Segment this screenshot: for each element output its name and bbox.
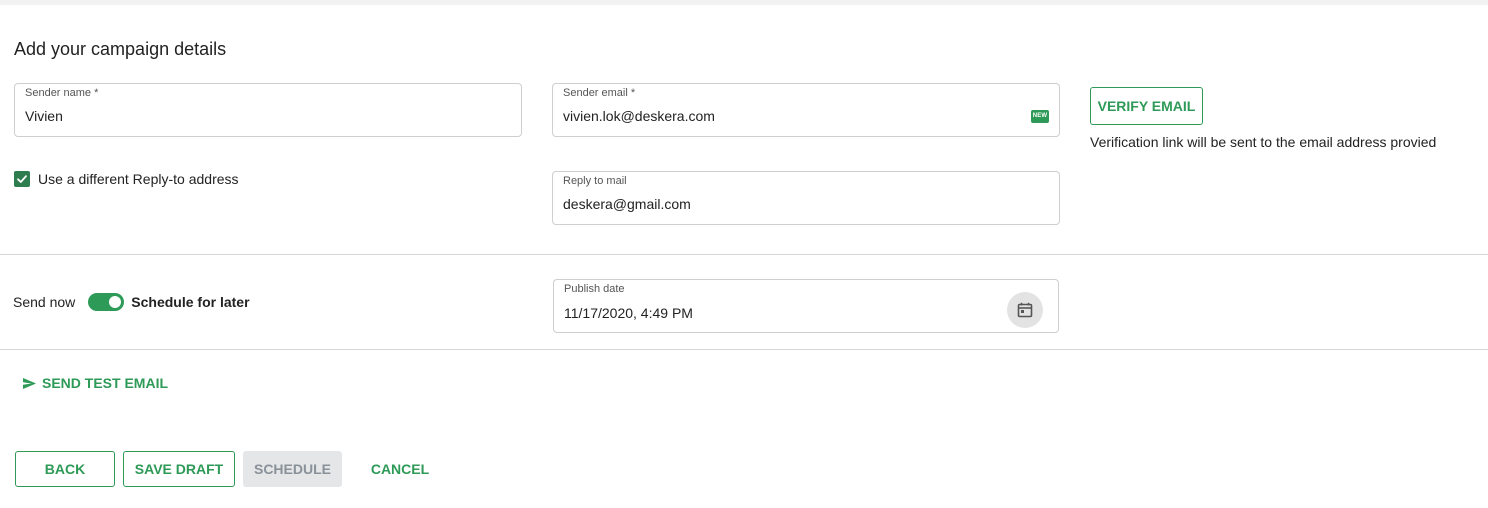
sender-email-field[interactable]: Sender email * NEW bbox=[552, 83, 1060, 137]
send-now-label: Send now bbox=[13, 294, 76, 310]
sender-name-label: Sender name * bbox=[25, 87, 99, 99]
reply-to-checkbox[interactable] bbox=[14, 171, 30, 187]
toggle-knob bbox=[109, 296, 122, 308]
send-test-email-button[interactable]: SEND TEST EMAIL bbox=[22, 375, 168, 391]
divider bbox=[0, 254, 1488, 255]
back-button[interactable]: BACK bbox=[15, 451, 115, 487]
schedule-later-label: Schedule for later bbox=[131, 294, 250, 310]
new-badge: NEW bbox=[1031, 110, 1049, 123]
sender-name-field[interactable]: Sender name * bbox=[14, 83, 522, 137]
save-draft-button[interactable]: SAVE DRAFT bbox=[123, 451, 235, 487]
divider bbox=[0, 349, 1488, 350]
schedule-button[interactable]: SCHEDULE bbox=[243, 451, 342, 487]
schedule-toggle[interactable] bbox=[88, 293, 125, 311]
verify-email-button[interactable]: VERIFY EMAIL bbox=[1090, 87, 1203, 125]
publish-date-input[interactable] bbox=[564, 305, 1008, 321]
sender-name-input[interactable] bbox=[25, 108, 471, 124]
sender-email-label: Sender email * bbox=[563, 87, 636, 99]
reply-to-checkbox-label: Use a different Reply-to address bbox=[38, 171, 239, 187]
publish-date-label: Publish date bbox=[564, 283, 625, 295]
reply-to-checkbox-row[interactable]: Use a different Reply-to address bbox=[14, 171, 239, 187]
check-icon bbox=[17, 175, 27, 183]
verify-hint-text: Verification link will be sent to the em… bbox=[1090, 134, 1437, 150]
reply-to-field[interactable]: Reply to mail bbox=[552, 171, 1060, 225]
reply-to-input[interactable] bbox=[563, 196, 1009, 212]
sender-email-input[interactable] bbox=[563, 108, 1009, 124]
calendar-icon bbox=[1017, 302, 1033, 318]
calendar-button[interactable] bbox=[1007, 292, 1043, 328]
top-strip bbox=[0, 0, 1488, 5]
publish-date-field[interactable]: Publish date bbox=[553, 279, 1059, 333]
schedule-toggle-row: Send now Schedule for later bbox=[13, 293, 250, 311]
send-test-email-label: SEND TEST EMAIL bbox=[42, 375, 169, 391]
cancel-button[interactable]: CANCEL bbox=[362, 451, 438, 487]
send-icon bbox=[23, 377, 36, 389]
page-title: Add your campaign details bbox=[14, 39, 227, 59]
reply-to-label: Reply to mail bbox=[563, 175, 627, 187]
